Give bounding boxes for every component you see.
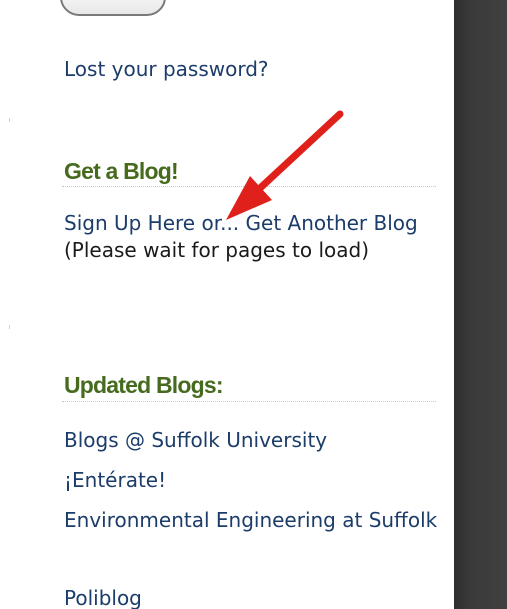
dark-side-panel: [454, 0, 507, 609]
screenshot-page: Lost your password? Get a Blog! Sign Up …: [0, 0, 507, 609]
arrow-shaft: [254, 110, 344, 194]
red-arrow-icon: [226, 110, 344, 220]
